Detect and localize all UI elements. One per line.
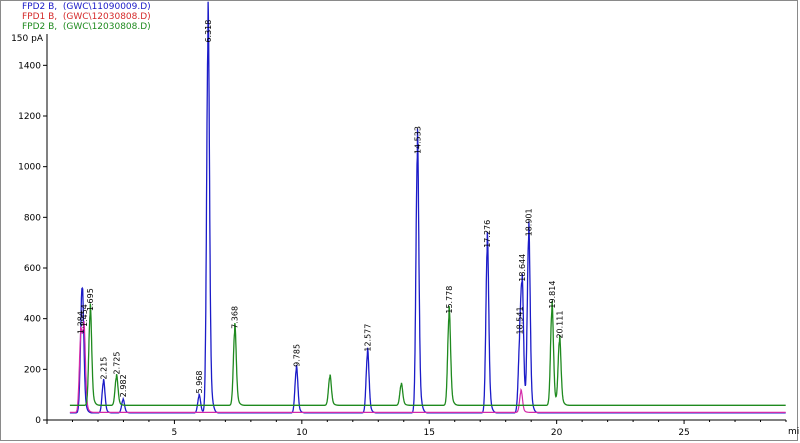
peak-label: 18.644: [518, 254, 527, 282]
peak-label: 2.982: [119, 374, 128, 397]
x-tick-label: 10: [296, 428, 308, 438]
peak-label: 15.778: [445, 286, 454, 314]
peak-label: 14.533: [413, 126, 422, 154]
peak-label: 5.968: [195, 371, 204, 394]
y-tick-label: 1200: [18, 112, 41, 122]
x-tick-label: 20: [551, 428, 563, 438]
x-axis-label: min: [788, 427, 800, 437]
peak-label: 18.541: [515, 306, 524, 334]
peak-label: 18.901: [525, 208, 534, 236]
x-tick-label: 5: [172, 428, 178, 438]
peak-label: 2.215: [99, 357, 108, 380]
trace-line: [69, 300, 786, 406]
y-tick-label: 600: [24, 264, 41, 274]
peak-label: 9.785: [292, 344, 301, 367]
trace-line: [69, 321, 786, 413]
peak-label: 7.368: [231, 306, 240, 329]
peak-label: 1.695: [86, 288, 95, 311]
y-tick-label: 0: [35, 416, 41, 426]
peak-label: 6.318: [204, 20, 213, 43]
x-tick-label: 15: [424, 428, 435, 438]
peak-label: 20.111: [555, 311, 564, 339]
y-tick-label: 1400: [18, 61, 41, 71]
y-tick-label: 400: [24, 315, 41, 325]
y-tick-label: 800: [24, 213, 41, 223]
peak-label: 12.577: [363, 324, 372, 352]
x-tick-label: 25: [678, 428, 689, 438]
peak-label: 2.725: [112, 352, 121, 375]
peak-label: 17.276: [483, 220, 492, 248]
y-tick-label: 200: [24, 365, 41, 375]
y-top-label: 150 pA: [11, 34, 44, 44]
chromatogram-chart: 0 200 400 600 800 1000 1200 1400 150 pA 5 10 15 20 25…: [11, 1, 800, 438]
trace-line: [69, 1, 786, 414]
y-tick-label: 1000: [18, 163, 41, 173]
peak-label: 19.814: [548, 281, 557, 309]
